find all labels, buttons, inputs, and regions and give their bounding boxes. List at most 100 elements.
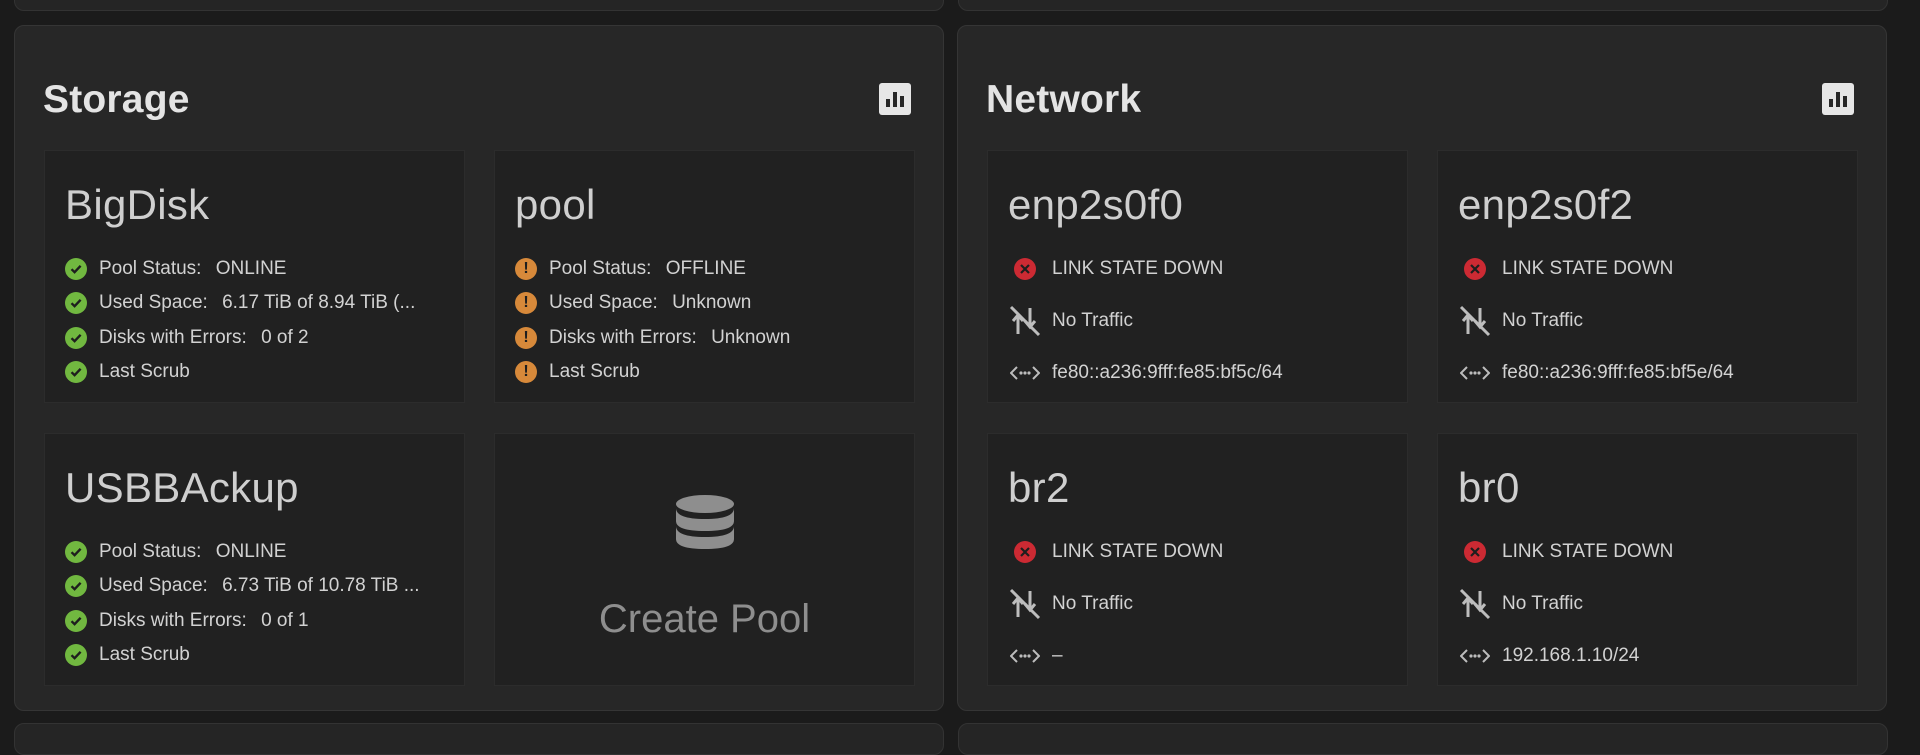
database-icon bbox=[676, 495, 734, 549]
network-reports-button[interactable] bbox=[1822, 83, 1854, 115]
pool-card-bigdisk[interactable]: BigDisk Pool Status: ONLINE Used Space: … bbox=[44, 150, 465, 403]
used-space-row: Used Space: 6.73 TiB of 10.78 TiB ... bbox=[65, 574, 420, 598]
row-value: ONLINE bbox=[215, 258, 287, 279]
traffic-status: No Traffic bbox=[1502, 593, 1583, 614]
ip-address: 192.168.1.10/24 bbox=[1502, 645, 1640, 666]
previous-widget-edge bbox=[958, 0, 1888, 11]
check-circle-icon bbox=[65, 361, 87, 383]
disks-errors-row: Disks with Errors: 0 of 1 bbox=[65, 609, 309, 633]
no-traffic-icon bbox=[1008, 305, 1042, 337]
link-state-row: LINK STATE DOWN bbox=[1458, 254, 1673, 284]
check-circle-icon bbox=[65, 610, 87, 632]
row-label: Last Scrub bbox=[99, 644, 190, 665]
row-label: Last Scrub bbox=[99, 361, 190, 382]
ip-address-icon bbox=[1008, 358, 1042, 388]
no-traffic-icon bbox=[1458, 588, 1492, 620]
interface-card-enp2s0f2[interactable]: enp2s0f2 LINK STATE DOWN No Traffic fe80… bbox=[1437, 150, 1858, 403]
ip-address-icon bbox=[1458, 641, 1492, 671]
check-circle-icon bbox=[65, 541, 87, 563]
alert-circle-icon: ! bbox=[515, 327, 537, 349]
address-row: 192.168.1.10/24 bbox=[1458, 641, 1639, 671]
row-value: Unknown bbox=[672, 292, 752, 313]
disks-errors-row: ! Disks with Errors: Unknown bbox=[515, 326, 790, 350]
interface-card-br0[interactable]: br0 LINK STATE DOWN No Traffic 192.168.1… bbox=[1437, 433, 1858, 686]
pool-name: BigDisk bbox=[65, 181, 210, 228]
row-label: Used Space: bbox=[549, 292, 664, 313]
used-space-row: Used Space: 6.17 TiB of 8.94 TiB (... bbox=[65, 291, 415, 315]
row-label: Pool Status: bbox=[549, 258, 657, 279]
pool-status-row: Pool Status: ONLINE bbox=[65, 257, 286, 281]
create-pool-label: Create Pool bbox=[598, 597, 811, 641]
link-state-row: LINK STATE DOWN bbox=[1008, 537, 1223, 567]
interface-card-enp2s0f0[interactable]: enp2s0f0 LINK STATE DOWN No Traffic fe80… bbox=[987, 150, 1408, 403]
close-circle-icon bbox=[1014, 541, 1036, 563]
create-pool-card[interactable]: Create Pool bbox=[494, 433, 915, 686]
pool-card-usbbackup[interactable]: USBBAckup Pool Status: ONLINE Used Space… bbox=[44, 433, 465, 686]
last-scrub-row: Last Scrub bbox=[65, 360, 190, 384]
row-label: Used Space: bbox=[99, 575, 214, 596]
no-traffic-icon bbox=[1008, 588, 1042, 620]
close-circle-icon bbox=[1464, 258, 1486, 280]
previous-widget-edge bbox=[14, 0, 944, 11]
row-value: OFFLINE bbox=[665, 258, 746, 279]
interface-name: enp2s0f2 bbox=[1458, 181, 1634, 228]
traffic-row: No Traffic bbox=[1008, 305, 1133, 337]
pool-card-pool[interactable]: pool ! Pool Status: OFFLINE ! Used Space… bbox=[494, 150, 915, 403]
pool-name: pool bbox=[515, 181, 596, 228]
ip-address: – bbox=[1052, 645, 1063, 666]
link-state: LINK STATE DOWN bbox=[1052, 258, 1224, 279]
address-row: fe80::a236:9fff:fe85:bf5e/64 bbox=[1458, 358, 1734, 388]
traffic-status: No Traffic bbox=[1052, 593, 1133, 614]
check-circle-icon bbox=[65, 327, 87, 349]
row-value: 0 of 2 bbox=[261, 327, 309, 348]
traffic-row: No Traffic bbox=[1458, 305, 1583, 337]
storage-title: Storage bbox=[43, 78, 190, 121]
used-space-row: ! Used Space: Unknown bbox=[515, 291, 751, 315]
next-widget-edge bbox=[14, 723, 944, 755]
row-label: Last Scrub bbox=[549, 361, 640, 382]
row-label: Pool Status: bbox=[99, 541, 207, 562]
last-scrub-row: ! Last Scrub bbox=[515, 360, 640, 384]
disks-errors-row: Disks with Errors: 0 of 2 bbox=[65, 326, 309, 350]
pool-name: USBBAckup bbox=[65, 464, 299, 511]
link-state-row: LINK STATE DOWN bbox=[1008, 254, 1223, 284]
interface-card-br2[interactable]: br2 LINK STATE DOWN No Traffic – bbox=[987, 433, 1408, 686]
link-state-row: LINK STATE DOWN bbox=[1458, 537, 1673, 567]
ip-address-icon bbox=[1008, 641, 1042, 671]
row-label: Disks with Errors: bbox=[99, 327, 253, 348]
ip-address: fe80::a236:9fff:fe85:bf5c/64 bbox=[1052, 362, 1283, 383]
traffic-row: No Traffic bbox=[1458, 588, 1583, 620]
interface-name: enp2s0f0 bbox=[1008, 181, 1184, 228]
link-state: LINK STATE DOWN bbox=[1502, 541, 1674, 562]
row-value: 6.17 TiB of 8.94 TiB (... bbox=[222, 292, 416, 313]
network-widget: Network enp2s0f0 LINK STATE DOWN No Traf… bbox=[957, 25, 1887, 711]
link-state: LINK STATE DOWN bbox=[1052, 541, 1224, 562]
link-state: LINK STATE DOWN bbox=[1502, 258, 1674, 279]
address-row: fe80::a236:9fff:fe85:bf5c/64 bbox=[1008, 358, 1283, 388]
next-widget-edge bbox=[958, 723, 1888, 755]
storage-reports-button[interactable] bbox=[879, 83, 911, 115]
alert-circle-icon: ! bbox=[515, 361, 537, 383]
row-label: Disks with Errors: bbox=[99, 610, 253, 631]
row-label: Used Space: bbox=[99, 292, 214, 313]
row-label: Disks with Errors: bbox=[549, 327, 703, 348]
interface-name: br2 bbox=[1008, 464, 1070, 511]
check-circle-icon bbox=[65, 644, 87, 666]
interface-name: br0 bbox=[1458, 464, 1520, 511]
traffic-row: No Traffic bbox=[1008, 588, 1133, 620]
pool-status-row: ! Pool Status: OFFLINE bbox=[515, 257, 746, 281]
address-row: – bbox=[1008, 641, 1063, 671]
check-circle-icon bbox=[65, 258, 87, 280]
row-value: 0 of 1 bbox=[261, 610, 309, 631]
pool-status-row: Pool Status: ONLINE bbox=[65, 540, 286, 564]
row-value: 6.73 TiB of 10.78 TiB ... bbox=[222, 575, 420, 596]
storage-widget: Storage BigDisk Pool Status: ONLINE Used… bbox=[14, 25, 944, 711]
row-value: ONLINE bbox=[215, 541, 287, 562]
ip-address-icon bbox=[1458, 358, 1492, 388]
no-traffic-icon bbox=[1458, 305, 1492, 337]
check-circle-icon bbox=[65, 292, 87, 314]
alert-circle-icon: ! bbox=[515, 292, 537, 314]
close-circle-icon bbox=[1464, 541, 1486, 563]
ip-address: fe80::a236:9fff:fe85:bf5e/64 bbox=[1502, 362, 1734, 383]
row-value: Unknown bbox=[711, 327, 791, 348]
